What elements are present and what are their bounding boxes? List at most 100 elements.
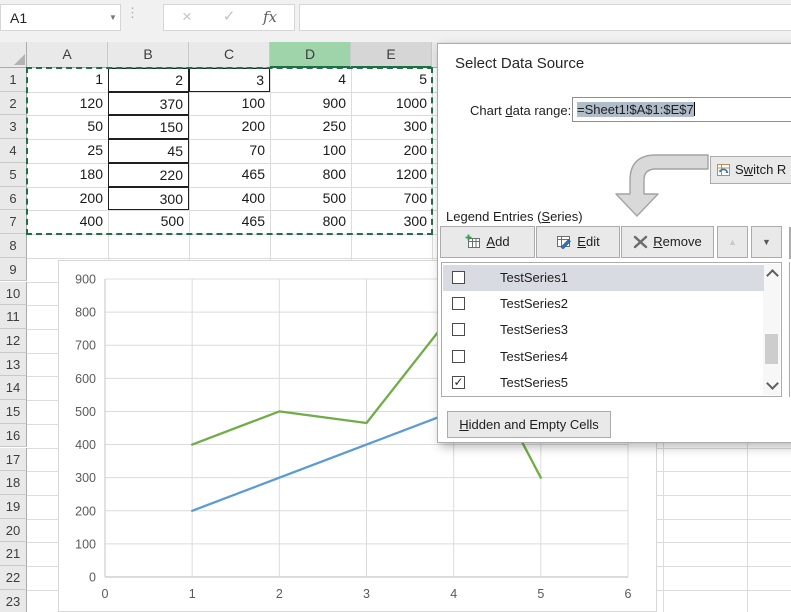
cell-E7[interactable]: 300 xyxy=(351,210,432,234)
name-box-dropdown-icon[interactable]: ▼ xyxy=(104,4,122,31)
cell-C7[interactable]: 465 xyxy=(189,210,270,234)
row-header-7[interactable]: 7 xyxy=(0,210,27,234)
column-header-b[interactable]: B xyxy=(108,42,189,67)
cell-B3[interactable]: 150 xyxy=(108,115,189,139)
cell-D4[interactable]: 100 xyxy=(270,139,351,163)
cell-D3[interactable]: 250 xyxy=(270,115,351,139)
series-checkbox-2[interactable] xyxy=(452,297,465,310)
series-checkbox-5[interactable]: ✓ xyxy=(452,376,465,389)
cell-C4[interactable]: 70 xyxy=(189,139,270,163)
cell-C5[interactable]: 465 xyxy=(189,163,270,187)
cell-E6[interactable]: 700 xyxy=(351,187,432,211)
name-box[interactable]: A1 xyxy=(0,4,121,31)
row-header-16[interactable]: 16 xyxy=(0,424,27,448)
range-input-selected-text: =Sheet1!$A$1:$E$7 xyxy=(577,102,694,117)
cell-D5[interactable]: 800 xyxy=(270,163,351,187)
column-header-c[interactable]: C xyxy=(189,42,270,67)
cell-C1[interactable]: 3 xyxy=(189,68,270,92)
column-header-e[interactable]: E xyxy=(351,42,432,68)
cell-E4[interactable]: 200 xyxy=(351,139,432,163)
series-item-testseries2[interactable]: TestSeries2 xyxy=(443,291,764,317)
toolbar-separator-dots-icon: ⋮ xyxy=(126,7,136,31)
cell-A6[interactable]: 200 xyxy=(27,187,108,211)
cell-C3[interactable]: 200 xyxy=(189,115,270,139)
series-item-testseries4[interactable]: TestSeries4 xyxy=(443,344,764,370)
cell-B7[interactable]: 500 xyxy=(108,210,189,234)
row-header-1[interactable]: 1 xyxy=(0,68,27,92)
category-panel-list-edge xyxy=(789,262,790,397)
add-series-button[interactable]: Add xyxy=(440,226,535,258)
enter-icon[interactable]: ✓ xyxy=(212,4,246,31)
svg-text:0: 0 xyxy=(102,587,109,601)
cell-A7[interactable]: 400 xyxy=(27,210,108,234)
edit-series-button[interactable]: Edit xyxy=(536,226,620,258)
move-series-down-button[interactable]: ▼ xyxy=(751,226,782,258)
cell-E3[interactable]: 300 xyxy=(351,115,432,139)
cell-D6[interactable]: 500 xyxy=(270,187,351,211)
row-header-9[interactable]: 9 xyxy=(0,258,27,282)
elbow-arrow-icon xyxy=(586,142,716,222)
add-icon xyxy=(465,234,481,249)
column-header-a[interactable]: A xyxy=(27,42,108,67)
row-header-20[interactable]: 20 xyxy=(0,519,27,543)
row-header-22[interactable]: 22 xyxy=(0,566,27,590)
row-header-2[interactable]: 2 xyxy=(0,92,27,116)
remove-series-button[interactable]: Remove xyxy=(621,226,714,258)
row-header-23[interactable]: 23 xyxy=(0,590,27,612)
cell-E2[interactable]: 1000 xyxy=(351,92,432,116)
cell-D7[interactable]: 800 xyxy=(270,210,351,234)
switch-row-column-button[interactable]: Switch R xyxy=(710,156,791,184)
row-header-15[interactable]: 15 xyxy=(0,400,27,424)
row-header-14[interactable]: 14 xyxy=(0,376,27,400)
cell-C2[interactable]: 100 xyxy=(189,92,270,116)
cell-B4[interactable]: 45 xyxy=(108,139,189,163)
series-item-testseries5[interactable]: ✓TestSeries5 xyxy=(443,370,764,396)
cell-B6[interactable]: 300 xyxy=(108,187,189,211)
series-item-testseries3[interactable]: TestSeries3 xyxy=(443,317,764,343)
series-checkbox-1[interactable] xyxy=(452,271,465,284)
row-header-11[interactable]: 11 xyxy=(0,305,27,329)
cell-B5[interactable]: 220 xyxy=(108,163,189,187)
chart-data-range-input[interactable]: =Sheet1!$A$1:$E$7 xyxy=(572,97,791,122)
cell-C6[interactable]: 400 xyxy=(189,187,270,211)
cell-E1[interactable]: 5 xyxy=(351,68,432,92)
cell-A4[interactable]: 25 xyxy=(27,139,108,163)
scrollbar-thumb[interactable] xyxy=(765,334,778,364)
hidden-and-empty-cells-button[interactable]: Hidden and Empty Cells xyxy=(447,411,611,438)
dialog-title[interactable]: Select Data Source xyxy=(455,55,584,72)
row-header-13[interactable]: 13 xyxy=(0,353,27,377)
series-checkbox-3[interactable] xyxy=(452,323,465,336)
series-list-scrollbar[interactable] xyxy=(763,264,780,395)
column-header-d[interactable]: D xyxy=(270,42,351,68)
cell-A3[interactable]: 50 xyxy=(27,115,108,139)
insert-function-icon[interactable]: fx xyxy=(252,4,288,31)
cell-B1[interactable]: 2 xyxy=(108,68,189,92)
move-series-up-button[interactable]: ▲ xyxy=(717,226,748,258)
cell-A5[interactable]: 180 xyxy=(27,163,108,187)
row-header-6[interactable]: 6 xyxy=(0,187,27,211)
cell-B2[interactable]: 370 xyxy=(108,92,189,116)
row-header-21[interactable]: 21 xyxy=(0,542,27,566)
cell-D2[interactable]: 900 xyxy=(270,92,351,116)
cell-E5[interactable]: 1200 xyxy=(351,163,432,187)
row-header-4[interactable]: 4 xyxy=(0,139,27,163)
row-header-10[interactable]: 10 xyxy=(0,282,27,306)
scroll-up-icon[interactable] xyxy=(766,269,779,282)
cancel-icon[interactable]: × xyxy=(170,4,204,31)
row-header-12[interactable]: 12 xyxy=(0,329,27,353)
cell-A1[interactable]: 1 xyxy=(27,68,108,92)
row-header-8[interactable]: 8 xyxy=(0,234,27,258)
row-header-3[interactable]: 3 xyxy=(0,115,27,139)
series-checkbox-4[interactable] xyxy=(452,350,465,363)
cell-A2[interactable]: 120 xyxy=(27,92,108,116)
row-header-17[interactable]: 17 xyxy=(0,448,27,472)
formula-bar-input[interactable] xyxy=(299,4,791,31)
cell-D1[interactable]: 4 xyxy=(270,68,351,92)
row-header-5[interactable]: 5 xyxy=(0,163,27,187)
series-item-testseries1[interactable]: TestSeries1 xyxy=(443,265,764,291)
scroll-down-icon[interactable] xyxy=(766,377,779,390)
svg-text:200: 200 xyxy=(75,504,96,518)
row-header-19[interactable]: 19 xyxy=(0,495,27,519)
row-header-18[interactable]: 18 xyxy=(0,471,27,495)
series-list: TestSeries1TestSeries2TestSeries3TestSer… xyxy=(441,262,782,397)
